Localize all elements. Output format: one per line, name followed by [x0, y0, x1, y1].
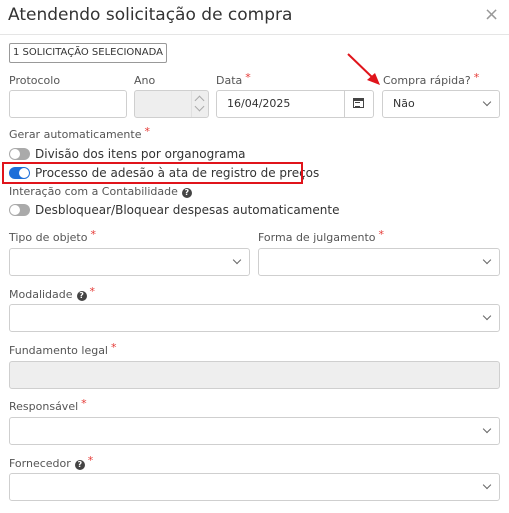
divisao-toggle-label: Divisão dos itens por organograma [35, 147, 246, 161]
tipo-objeto-label: Tipo de objeto * [9, 228, 96, 244]
annotation-arrow-icon [347, 53, 380, 85]
fundamento-legal-input [9, 361, 500, 389]
question-circle-icon[interactable]: ? [74, 460, 85, 470]
divisao-toggle[interactable] [9, 148, 30, 160]
gerar-automaticamente-label: Gerar automaticamente * [9, 125, 150, 141]
modalidade-select[interactable] [9, 304, 500, 332]
required-marker: * [473, 71, 480, 84]
forma-julgamento-label: Forma de julgamento * [258, 228, 385, 244]
chevron-down-icon [482, 311, 492, 321]
annotation-highlight-box [2, 162, 303, 184]
tipo-objeto-select[interactable] [9, 248, 250, 276]
fornecedor-select[interactable] [9, 473, 500, 501]
calendar-icon [353, 98, 364, 108]
question-circle-icon[interactable]: ? [181, 188, 192, 198]
dialog: Atendendo solicitação de compra × 1 SOLI… [0, 0, 509, 513]
ano-input [134, 90, 209, 118]
close-icon[interactable]: × [484, 4, 499, 26]
desbloquear-toggle-label: Desbloquear/Bloquear despesas automatica… [35, 203, 340, 217]
fornecedor-label: Fornecedor? * [9, 454, 94, 470]
responsavel-label: Responsável * [9, 397, 87, 413]
ano-stepper [191, 91, 208, 117]
interacao-label: Interação com a Contabilidade? [9, 185, 192, 199]
calendar-button[interactable] [344, 91, 373, 117]
required-marker: * [111, 341, 117, 354]
required-marker: * [378, 228, 385, 241]
required-marker: * [81, 397, 87, 410]
data-input[interactable]: 16/04/2025 [216, 90, 374, 118]
chevron-down-icon [194, 101, 205, 112]
protocolo-label: Protocolo [9, 74, 61, 87]
header-divider [0, 34, 509, 35]
chevron-down-icon [232, 255, 242, 265]
required-marker: * [89, 285, 96, 298]
fundamento-legal-label: Fundamento legal * [9, 341, 117, 357]
question-circle-icon[interactable]: ? [76, 291, 87, 301]
forma-julgamento-select[interactable] [258, 248, 500, 276]
desbloquear-toggle[interactable] [9, 204, 30, 216]
chevron-down-icon [482, 97, 492, 107]
chevron-down-icon [482, 255, 492, 265]
required-marker: * [90, 228, 96, 241]
data-label: Data * [216, 71, 251, 87]
responsavel-select[interactable] [9, 417, 500, 445]
compra-rapida-select[interactable]: Não [382, 90, 500, 118]
toggle-knob [10, 205, 20, 215]
compra-rapida-label: Compra rápida? * [383, 71, 480, 87]
required-marker: * [245, 71, 251, 84]
required-marker: * [87, 454, 94, 467]
selection-badge: 1 SOLICITAÇÃO SELECIONADA [9, 43, 167, 63]
modalidade-label: Modalidade? * [9, 285, 96, 301]
chevron-down-icon [482, 424, 492, 434]
chevron-down-icon [482, 480, 492, 490]
ano-label: Ano [134, 74, 156, 87]
toggle-knob [10, 149, 20, 159]
required-marker: * [144, 125, 150, 138]
dialog-title: Atendendo solicitação de compra [8, 5, 293, 25]
protocolo-input[interactable] [9, 90, 127, 118]
